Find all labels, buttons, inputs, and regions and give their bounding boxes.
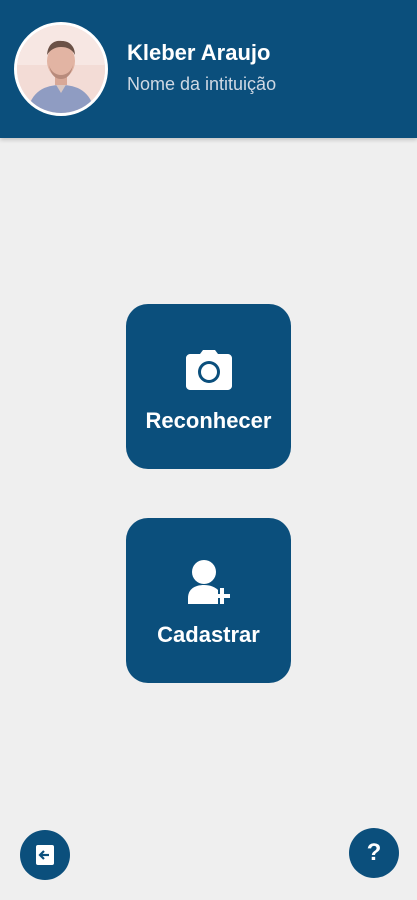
help-icon: ? xyxy=(366,839,382,866)
add-user-icon xyxy=(187,560,230,604)
logout-icon xyxy=(36,845,54,865)
profile-header: Kleber Araujo Nome da intituição xyxy=(0,0,417,138)
register-label: Cadastrar xyxy=(157,622,260,647)
recognize-label: Reconhecer xyxy=(145,408,272,433)
user-photo xyxy=(17,25,105,113)
home-screen: Kleber Araujo Nome da intituição Reconhe… xyxy=(0,0,417,900)
logout-button[interactable] xyxy=(20,830,70,880)
user-name: Kleber Araujo xyxy=(127,40,271,65)
register-button[interactable]: Cadastrar xyxy=(126,518,291,683)
recognize-button[interactable]: Reconhecer xyxy=(126,304,291,469)
institution-name: Nome da intituição xyxy=(127,74,277,94)
help-button[interactable]: ? xyxy=(349,828,399,878)
avatar xyxy=(14,22,108,116)
camera-icon xyxy=(185,350,232,390)
